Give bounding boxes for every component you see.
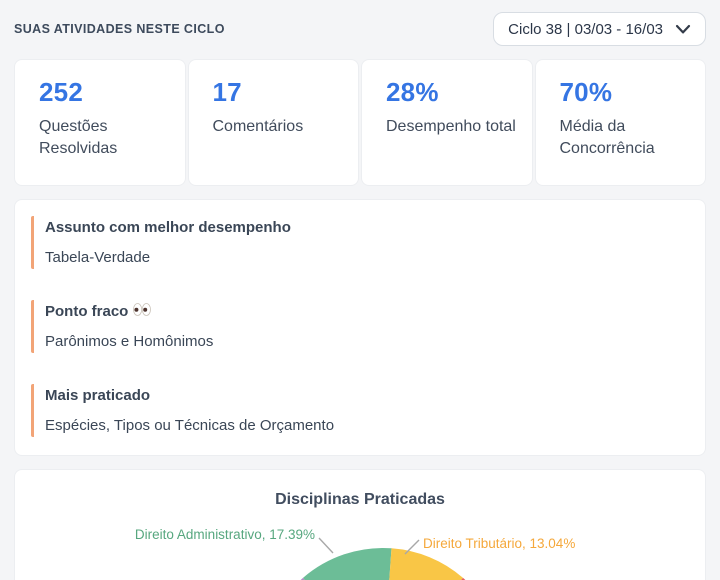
highlight-item-mais-praticado: Mais praticado Espécies, Tipos ou Técnic… [31, 384, 689, 437]
stat-value: 70% [560, 77, 698, 108]
highlight-title-text: Ponto fraco [45, 303, 128, 320]
stats-row: 252 Questões Resolvidas 17 Comentários 2… [14, 59, 706, 186]
cycle-selector-label: Ciclo 38 | 03/03 - 16/03 [508, 21, 663, 38]
highlight-title-text: Mais praticado [45, 387, 150, 404]
highlight-value: Tabela-Verdade [45, 249, 689, 266]
highlight-item-melhor-desempenho: Assunto com melhor desempenho Tabela-Ver… [31, 216, 689, 269]
chevron-down-icon [675, 24, 691, 35]
stat-label: Questões Resolvidas [39, 116, 177, 161]
topbar: SUAS ATIVIDADES NESTE CICLO Ciclo 38 | 0… [0, 0, 720, 59]
eyes-emoji-icon [133, 303, 151, 320]
highlight-title: Assunto com melhor desempenho [45, 219, 689, 236]
highlights-card: Assunto com melhor desempenho Tabela-Ver… [14, 199, 706, 456]
highlight-title-text: Assunto com melhor desempenho [45, 219, 291, 236]
activities-dashboard: SUAS ATIVIDADES NESTE CICLO Ciclo 38 | 0… [0, 0, 720, 580]
cycle-selector-dropdown[interactable]: Ciclo 38 | 03/03 - 16/03 [493, 12, 706, 46]
highlight-value: Parônimos e Homônimos [45, 333, 689, 350]
stat-card-desempenho-total: 28% Desempenho total [361, 59, 533, 186]
chart-title: Disciplinas Praticadas [15, 490, 705, 510]
pie-slice-direito-administrativo [303, 548, 392, 580]
highlight-title: Mais praticado [45, 387, 689, 404]
highlight-title: Ponto fraco [45, 303, 689, 320]
stat-card-questoes-resolvidas: 252 Questões Resolvidas [14, 59, 186, 186]
highlight-value: Espécies, Tipos ou Técnicas de Orçamento [45, 417, 689, 434]
stat-value: 28% [386, 77, 524, 108]
disciplines-pie-chart: Direito Administrativo, 17.39% Direito T… [15, 522, 705, 580]
stat-card-comentarios: 17 Comentários [188, 59, 360, 186]
leader-line-left [319, 538, 333, 553]
pie-slice-direito-tributario [383, 548, 463, 580]
disciplines-chart-card: Disciplinas Praticadas Direito Administr… [14, 469, 706, 580]
highlight-item-ponto-fraco: Ponto fraco Parônimos e Homônimos [31, 300, 689, 353]
stat-label: Desempenho total [386, 116, 524, 138]
pie-label-direito-tributario: Direito Tributário, 13.04% [423, 536, 575, 551]
stat-label: Média da Concorrência [560, 116, 698, 161]
stat-card-media-concorrencia: 70% Média da Concorrência [535, 59, 707, 186]
pie-label-direito-administrativo: Direito Administrativo, 17.39% [15, 527, 315, 542]
stat-label: Comentários [213, 116, 351, 138]
stat-value: 252 [39, 77, 177, 108]
page-title: SUAS ATIVIDADES NESTE CICLO [14, 22, 225, 36]
stat-value: 17 [213, 77, 351, 108]
